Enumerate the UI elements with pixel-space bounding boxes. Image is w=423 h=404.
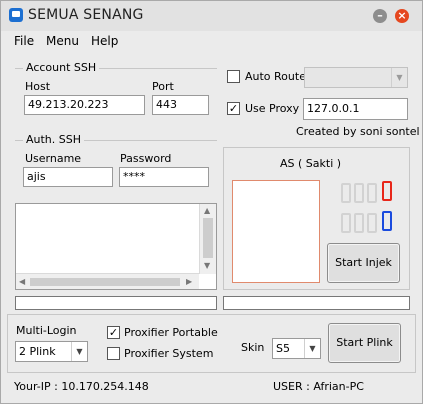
proxifier-portable-label: Proxifier Portable (124, 326, 218, 339)
use-proxy-label: Use Proxy (245, 102, 300, 115)
port-label: Port (152, 80, 174, 93)
auto-route-label: Auto Route (245, 70, 306, 83)
scroll-right-icon[interactable]: ▶ (186, 277, 192, 287)
scroll-thumb[interactable] (30, 278, 180, 286)
skin-selected: S5 (276, 342, 290, 355)
scroll-down-icon[interactable]: ▼ (204, 261, 210, 271)
app-icon (9, 8, 23, 22)
digit-placeholder (354, 213, 364, 233)
menu-bar: File Menu Help (1, 31, 422, 51)
digit-blue (382, 211, 392, 231)
account-ssh-group: Account SSH (15, 61, 217, 74)
password-label: Password (120, 152, 172, 165)
username-label: Username (25, 152, 82, 165)
chevron-down-icon: ▼ (71, 342, 87, 361)
sakti-panel: AS ( Sakti ) Start Injek (223, 147, 410, 290)
start-plink-button[interactable]: Start Plink (328, 323, 401, 363)
skin-label: Skin (241, 341, 265, 354)
proxifier-system-checkbox[interactable] (107, 347, 120, 360)
multi-login-selected: 2 Plink (19, 345, 56, 358)
digit-placeholder (367, 183, 377, 203)
user-text: USER : Afrian-PC (273, 380, 364, 393)
vertical-scrollbar[interactable]: ▲ ▼ (199, 204, 216, 274)
chevron-down-icon: ▼ (391, 68, 407, 87)
proxifier-system-label: Proxifier System (124, 347, 214, 360)
digit-placeholder (367, 213, 377, 233)
menu-help[interactable]: Help (91, 34, 118, 48)
minimize-button[interactable]: – (373, 9, 387, 23)
username-input[interactable]: ajis (23, 167, 113, 187)
proxifier-portable-checkbox[interactable]: ✓ (107, 326, 120, 339)
digit-placeholder (354, 183, 364, 203)
window-title: SEMUA SENANG (28, 7, 144, 23)
auth-ssh-group: Auth. SSH (15, 133, 217, 146)
title-bar[interactable]: SEMUA SENANG – × (1, 1, 422, 31)
digit-placeholder (341, 213, 351, 233)
skin-select[interactable]: S5 ▼ (272, 338, 321, 359)
password-input[interactable]: **** (119, 167, 209, 187)
start-injek-button[interactable]: Start Injek (327, 243, 400, 283)
close-button[interactable]: × (395, 9, 409, 23)
chevron-down-icon: ▼ (304, 339, 320, 358)
scroll-thumb[interactable] (203, 218, 213, 258)
app-window: SEMUA SENANG – × File Menu Help Account … (0, 0, 423, 404)
sakti-canvas (232, 180, 320, 283)
log-listbox[interactable]: ▲ ▼ ◀ ▶ (15, 203, 217, 290)
menu-menu[interactable]: Menu (46, 34, 79, 48)
your-ip-text: Your-IP : 10.170.254.148 (14, 380, 149, 393)
scroll-up-icon[interactable]: ▲ (204, 206, 210, 216)
multi-login-label: Multi-Login (16, 324, 77, 337)
proxy-input[interactable]: 127.0.0.1 (303, 98, 408, 120)
multi-login-select[interactable]: 2 Plink ▼ (15, 341, 88, 362)
status-bar-left (15, 296, 217, 310)
credit-text: Created by soni sontel (296, 125, 420, 138)
horizontal-scrollbar[interactable]: ◀ ▶ (16, 273, 199, 289)
menu-file[interactable]: File (14, 34, 34, 48)
account-ssh-label: Account SSH (23, 61, 100, 74)
port-input[interactable]: 443 (152, 95, 209, 115)
auto-route-checkbox[interactable] (227, 70, 240, 83)
host-input[interactable]: 49.213.20.223 (24, 95, 145, 115)
digit-placeholder (341, 183, 351, 203)
sakti-title: AS ( Sakti ) (280, 157, 342, 170)
scroll-left-icon[interactable]: ◀ (19, 277, 25, 287)
auto-route-select[interactable]: ▼ (304, 67, 408, 88)
status-bar-right (223, 296, 410, 310)
auth-ssh-label: Auth. SSH (23, 133, 85, 146)
use-proxy-checkbox[interactable]: ✓ (227, 102, 240, 115)
digit-red (382, 181, 392, 201)
host-label: Host (25, 80, 51, 93)
